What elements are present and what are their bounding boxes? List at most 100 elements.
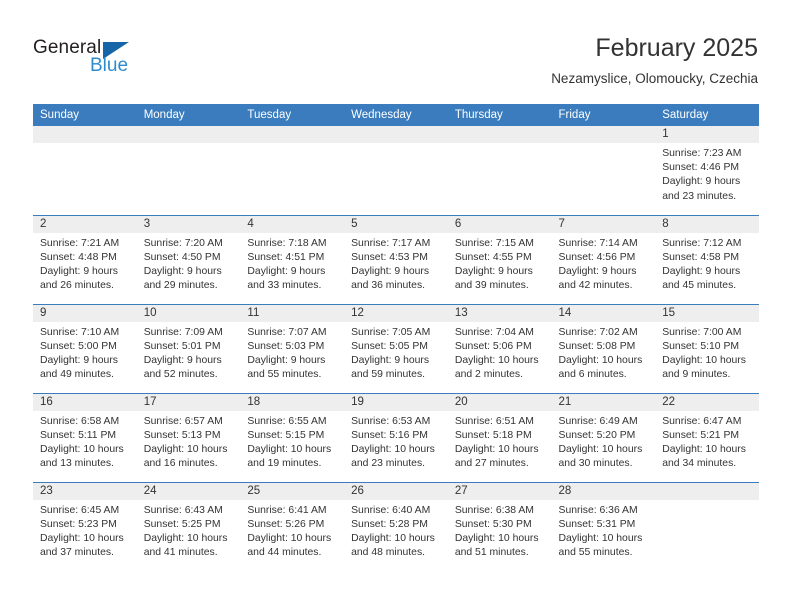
- day-detail-line: Sunset: 4:53 PM: [351, 251, 428, 263]
- calendar-day-cell[interactable]: 17 Sunrise: 6:57 AM Sunset: 5:13 PM Dayligh…: [136, 393, 241, 483]
- day-details: Sunrise: 7:20 AM Sunset: 4:50 PM Daylight:…: [137, 233, 241, 294]
- day-number: 9: [33, 304, 137, 322]
- day-detail-line: Daylight: 10 hours: [143, 443, 228, 455]
- page-title: February 2025: [595, 34, 758, 62]
- day-number: 23: [33, 482, 137, 500]
- calendar-day-cell[interactable]: 21 Sunrise: 6:49 AM Sunset: 5:20 PM Dayligh…: [551, 393, 656, 483]
- weekday-header-wednesday: Wednesday: [344, 104, 448, 126]
- day-detail-line: Sunrise: 7:14 AM: [558, 237, 638, 249]
- day-detail-line: Daylight: 9 hours: [247, 265, 326, 277]
- day-details: Sunrise: 7:10 AM Sunset: 5:00 PM Daylight:…: [33, 322, 137, 383]
- day-detail-line: Daylight: 9 hours: [40, 354, 118, 366]
- day-number: 4: [240, 215, 345, 233]
- day-details: Sunrise: 7:21 AM Sunset: 4:48 PM Daylight:…: [33, 233, 137, 294]
- day-detail-line: Daylight: 10 hours: [662, 354, 746, 366]
- calendar-day-cell[interactable]: 6 Sunrise: 7:15 AM Sunset: 4:55 PM Daylight…: [447, 215, 552, 305]
- day-detail-line: Sunset: 5:25 PM: [143, 518, 221, 530]
- day-details: Sunrise: 6:49 AM Sunset: 5:20 PM Daylight:…: [552, 411, 656, 472]
- calendar-day-cell[interactable]: 25 Sunrise: 6:41 AM Sunset: 5:26 PM Dayligh…: [240, 482, 345, 571]
- calendar-day-cell-empty: [136, 126, 241, 216]
- day-details: Sunrise: 6:58 AM Sunset: 5:11 PM Daylight:…: [33, 411, 137, 472]
- day-detail-line: and 19 minutes.: [247, 458, 322, 470]
- calendar-day-cell[interactable]: 15 Sunrise: 7:00 AM Sunset: 5:10 PM Dayligh…: [655, 304, 759, 394]
- day-detail-line: and 42 minutes.: [558, 280, 633, 292]
- day-detail-line: Daylight: 9 hours: [247, 354, 326, 366]
- day-details: Sunrise: 7:04 AM Sunset: 5:06 PM Daylight:…: [448, 322, 552, 383]
- day-detail-line: Daylight: 10 hours: [40, 532, 124, 544]
- day-detail-line: Sunset: 5:00 PM: [40, 340, 117, 352]
- day-detail-line: and 51 minutes.: [454, 547, 529, 559]
- day-detail-line: Daylight: 10 hours: [558, 443, 643, 455]
- day-number: [33, 126, 137, 143]
- calendar-day-cell[interactable]: 23 Sunrise: 6:45 AM Sunset: 5:23 PM Dayligh…: [33, 482, 137, 571]
- calendar-day-cell[interactable]: 19 Sunrise: 6:53 AM Sunset: 5:16 PM Dayligh…: [344, 393, 448, 483]
- calendar-day-cell[interactable]: 12 Sunrise: 7:05 AM Sunset: 5:05 PM Dayligh…: [344, 304, 448, 394]
- day-detail-line: Sunset: 5:23 PM: [40, 518, 117, 530]
- day-detail-line: Sunrise: 7:09 AM: [143, 326, 223, 338]
- day-detail-line: Daylight: 10 hours: [247, 443, 332, 455]
- day-detail-line: Sunset: 4:58 PM: [662, 251, 740, 263]
- day-detail-line: Sunrise: 7:20 AM: [143, 237, 223, 249]
- weekday-header-saturday: Saturday: [655, 104, 759, 126]
- day-details: Sunrise: 7:23 AM Sunset: 4:46 PM Daylight:…: [655, 143, 759, 204]
- calendar-day-cell[interactable]: 1 Sunrise: 7:23 AM Sunset: 4:46 PM Daylight…: [655, 126, 759, 216]
- calendar-day-cell[interactable]: 20 Sunrise: 6:51 AM Sunset: 5:18 PM Dayligh…: [447, 393, 552, 483]
- calendar-day-cell[interactable]: 14 Sunrise: 7:02 AM Sunset: 5:08 PM Dayligh…: [551, 304, 656, 394]
- day-detail-line: and 9 minutes.: [662, 369, 731, 381]
- day-detail-line: and 2 minutes.: [454, 369, 523, 381]
- day-number: 2: [33, 215, 137, 233]
- calendar-day-cell[interactable]: 16 Sunrise: 6:58 AM Sunset: 5:11 PM Dayligh…: [33, 393, 137, 483]
- calendar-day-cell[interactable]: 10 Sunrise: 7:09 AM Sunset: 5:01 PM Dayligh…: [136, 304, 241, 394]
- calendar-day-cell[interactable]: 22 Sunrise: 6:47 AM Sunset: 5:21 PM Dayligh…: [655, 393, 759, 483]
- day-details: Sunrise: 7:15 AM Sunset: 4:55 PM Daylight:…: [448, 233, 552, 294]
- weekday-header-monday: Monday: [136, 104, 241, 126]
- day-detail-line: Daylight: 10 hours: [40, 443, 124, 455]
- day-detail-line: and 55 minutes.: [558, 547, 633, 559]
- calendar-week-row: 23 Sunrise: 6:45 AM Sunset: 5:23 PM Dayligh…: [33, 482, 759, 571]
- day-details: Sunrise: 7:00 AM Sunset: 5:10 PM Daylight:…: [655, 322, 759, 383]
- calendar-table: Sunday Monday Tuesday Wednesday Thursday Frid…: [33, 104, 759, 571]
- calendar-day-cell[interactable]: 5 Sunrise: 7:17 AM Sunset: 4:53 PM Daylight…: [344, 215, 448, 305]
- calendar-day-cell[interactable]: 4 Sunrise: 7:18 AM Sunset: 4:51 PM Daylight…: [240, 215, 345, 305]
- day-detail-line: Sunset: 5:08 PM: [558, 340, 636, 352]
- day-number: [655, 482, 759, 500]
- calendar-day-cell[interactable]: 27 Sunrise: 6:38 AM Sunset: 5:30 PM Dayligh…: [447, 482, 552, 571]
- day-detail-line: Sunrise: 7:02 AM: [558, 326, 638, 338]
- day-number: 3: [136, 215, 241, 233]
- calendar-day-cell[interactable]: 7 Sunrise: 7:14 AM Sunset: 4:56 PM Daylight…: [551, 215, 656, 305]
- day-number: 20: [447, 393, 552, 411]
- calendar-day-cell[interactable]: 13 Sunrise: 7:04 AM Sunset: 5:06 PM Dayligh…: [447, 304, 552, 394]
- day-detail-line: and 52 minutes.: [143, 369, 218, 381]
- day-detail-line: Daylight: 9 hours: [662, 176, 741, 188]
- day-detail-line: Sunrise: 6:55 AM: [247, 415, 327, 427]
- day-detail-line: Sunset: 5:21 PM: [662, 429, 740, 441]
- calendar-day-cell[interactable]: 2 Sunrise: 7:21 AM Sunset: 4:48 PM Daylight…: [33, 215, 137, 305]
- day-detail-line: Daylight: 9 hours: [558, 265, 637, 277]
- calendar-day-cell[interactable]: 8 Sunrise: 7:12 AM Sunset: 4:58 PM Daylight…: [655, 215, 759, 305]
- day-detail-line: Sunset: 4:46 PM: [662, 162, 740, 174]
- day-details: Sunrise: 7:07 AM Sunset: 5:03 PM Daylight:…: [240, 322, 344, 383]
- day-detail-line: and 27 minutes.: [454, 458, 529, 470]
- calendar-day-cell[interactable]: 26 Sunrise: 6:40 AM Sunset: 5:28 PM Dayligh…: [344, 482, 448, 571]
- day-detail-line: Sunrise: 6:36 AM: [558, 504, 638, 516]
- calendar-day-cell[interactable]: 3 Sunrise: 7:20 AM Sunset: 4:50 PM Daylight…: [136, 215, 241, 305]
- day-detail-line: and 33 minutes.: [247, 280, 322, 292]
- calendar-day-cell[interactable]: 9 Sunrise: 7:10 AM Sunset: 5:00 PM Daylight…: [33, 304, 137, 394]
- day-detail-line: Sunset: 5:11 PM: [40, 429, 117, 441]
- calendar-day-cell[interactable]: 18 Sunrise: 6:55 AM Sunset: 5:15 PM Dayligh…: [240, 393, 345, 483]
- calendar-week-row: 1 Sunrise: 7:23 AM Sunset: 4:46 PM Daylight…: [33, 126, 759, 216]
- calendar-week-row: 16 Sunrise: 6:58 AM Sunset: 5:11 PM Dayligh…: [33, 393, 759, 483]
- day-details: Sunrise: 6:38 AM Sunset: 5:30 PM Daylight:…: [448, 500, 552, 561]
- day-detail-line: and 13 minutes.: [40, 458, 114, 470]
- general-blue-logo[interactable]: General Blue: [33, 38, 213, 84]
- calendar-header-row: Sunday Monday Tuesday Wednesday Thursday Frid…: [33, 104, 759, 126]
- day-detail-line: Daylight: 9 hours: [454, 265, 533, 277]
- weekday-header-sunday: Sunday: [33, 104, 137, 126]
- day-detail-line: Sunset: 5:18 PM: [454, 429, 532, 441]
- calendar-day-cell[interactable]: 28 Sunrise: 6:36 AM Sunset: 5:31 PM Dayligh…: [551, 482, 656, 571]
- day-details: Sunrise: 7:18 AM Sunset: 4:51 PM Daylight:…: [240, 233, 344, 294]
- day-number: 26: [344, 482, 448, 500]
- calendar-day-cell[interactable]: 24 Sunrise: 6:43 AM Sunset: 5:25 PM Dayligh…: [136, 482, 241, 571]
- day-detail-line: Daylight: 10 hours: [351, 443, 435, 455]
- calendar-day-cell[interactable]: 11 Sunrise: 7:07 AM Sunset: 5:03 PM Dayligh…: [240, 304, 345, 394]
